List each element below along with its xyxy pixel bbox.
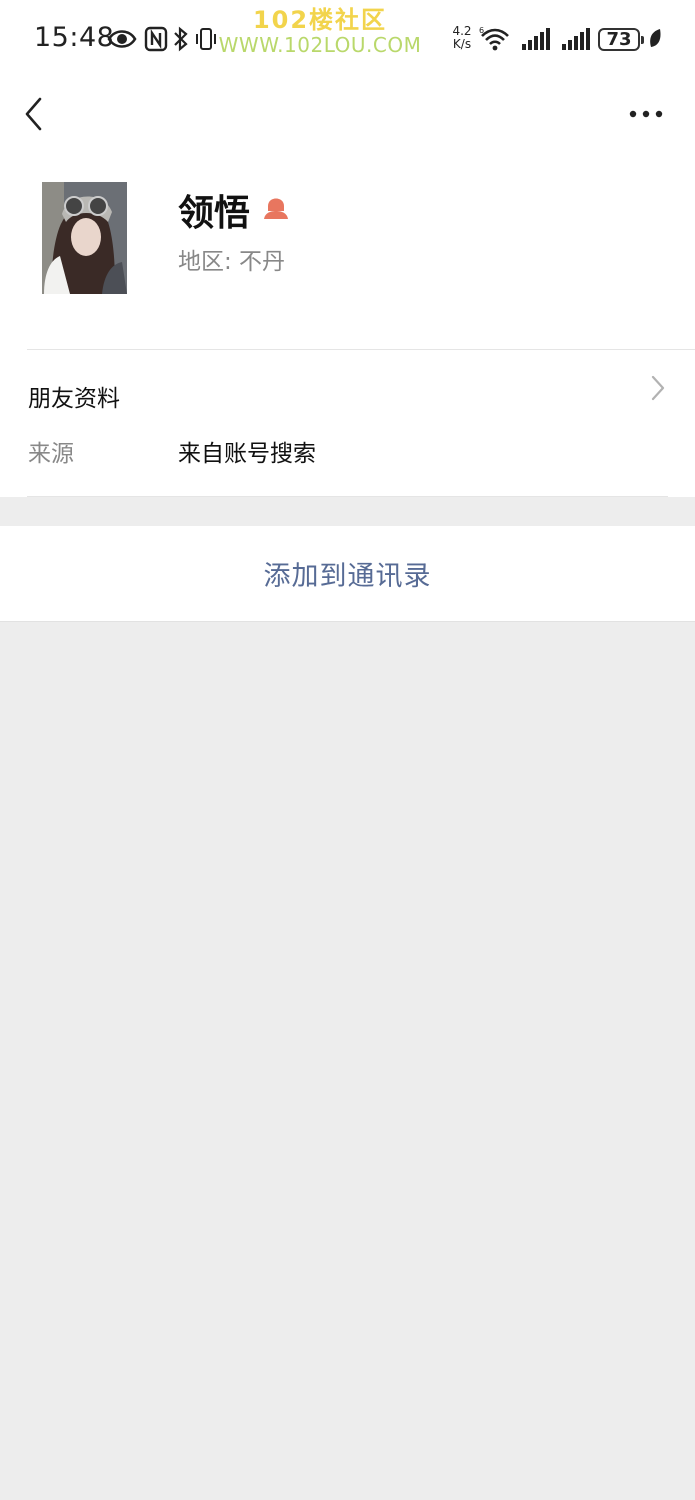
watermark-title: 102楼社区 — [252, 6, 388, 34]
profile-name: 领悟 — [178, 193, 251, 234]
wifi-6-icon: 6 — [479, 26, 509, 51]
network-speed: 4.2 K/s — [449, 25, 475, 51]
status-bar: 15:48 4.2 K/s 6 73 102楼社区 WWW.102LOU.COM — [0, 0, 695, 80]
add-to-contacts-button[interactable]: 添加到通讯录 — [0, 526, 695, 622]
more-dots-icon[interactable] — [626, 102, 666, 126]
avatar[interactable] — [42, 182, 127, 294]
bluetooth-icon — [174, 26, 188, 52]
divider — [27, 496, 668, 497]
watermark-url: WWW.102LOU.COM — [218, 33, 422, 57]
friend-info-section[interactable]: 朋友资料 来源 来自账号搜索 — [0, 350, 695, 497]
source-label: 来源 — [28, 441, 74, 467]
chevron-left-icon[interactable] — [20, 96, 50, 132]
eye-icon — [107, 30, 137, 48]
friend-info-title: 朋友资料 — [28, 386, 120, 412]
add-to-contacts-label: 添加到通讯录 — [263, 561, 432, 592]
network-speed-unit: K/s — [452, 37, 472, 51]
leaf-icon — [650, 29, 661, 47]
chevron-right-icon — [651, 375, 665, 401]
battery-indicator: 73 — [598, 28, 644, 51]
source-value: 来自账号搜索 — [178, 441, 316, 467]
watermark: 102楼社区 WWW.102LOU.COM — [200, 6, 440, 56]
nav-bar — [0, 80, 695, 150]
profile-header: 领悟 地区: 不丹 — [0, 150, 695, 350]
signal-icon — [562, 28, 590, 50]
female-icon — [264, 198, 288, 219]
vibrate-icon — [196, 28, 216, 50]
status-time: 15:48 — [34, 22, 115, 53]
signal-icon — [522, 28, 550, 50]
profile-region: 地区: 不丹 — [178, 249, 286, 275]
contact-profile-page: 15:48 4.2 K/s 6 73 102楼社区 WWW.102LOU.COM… — [0, 0, 695, 1500]
nfc-icon — [144, 26, 168, 52]
svg-text:6: 6 — [479, 26, 484, 35]
